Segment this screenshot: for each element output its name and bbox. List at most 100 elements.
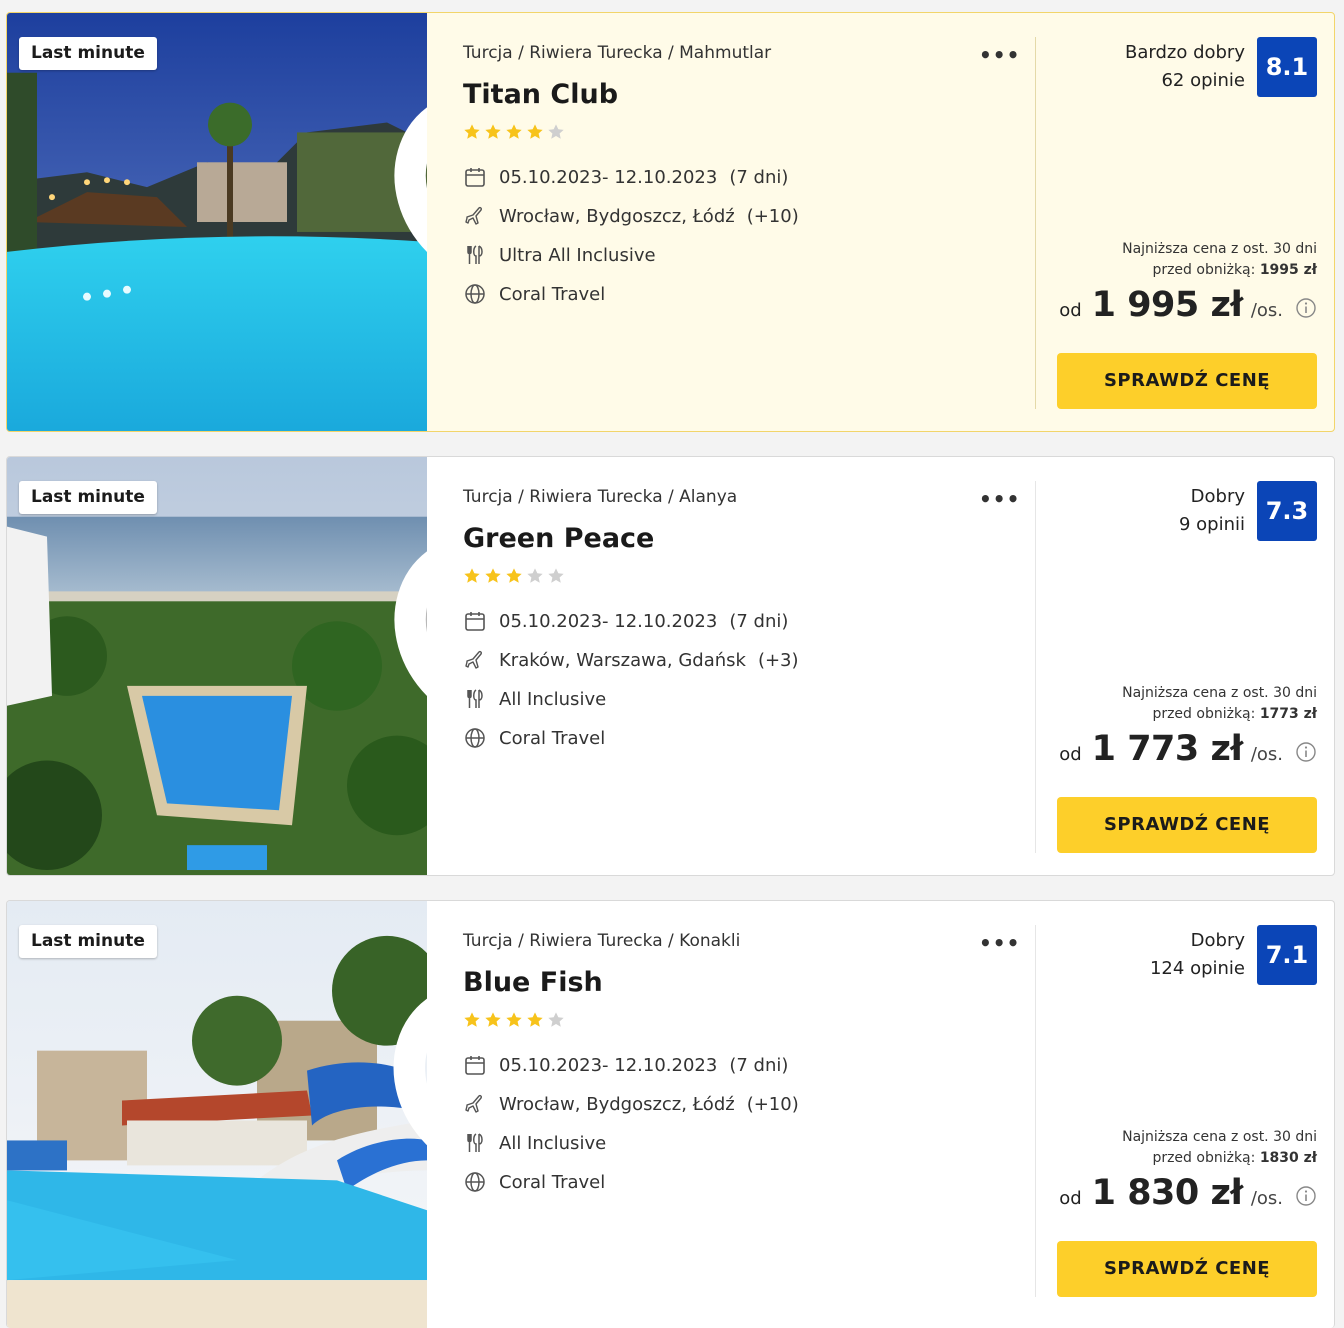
board-type: All Inclusive xyxy=(499,688,607,710)
hotel-name[interactable]: Titan Club xyxy=(463,79,618,110)
hotel-stars xyxy=(463,1011,565,1031)
departures-row: Wrocław, Bydgoszcz, Łódź (+10) xyxy=(463,1092,799,1116)
hotel-stars xyxy=(463,123,565,143)
dates: 05.10.2023- 12.10.2023 xyxy=(499,166,718,188)
price-prefix: od xyxy=(1059,1188,1082,1209)
board-type: All Inclusive xyxy=(499,1132,607,1154)
last-minute-badge: Last minute xyxy=(19,925,157,958)
heart-outline-icon[interactable] xyxy=(365,921,427,1328)
lowest-price-note: Najniższa cena z ost. 30 dni przed obniż… xyxy=(1122,239,1317,281)
info-icon[interactable] xyxy=(1295,741,1317,763)
departures-more[interactable]: (+3) xyxy=(758,650,799,671)
departure-cities: Wrocław, Bydgoszcz, Łódź xyxy=(499,1093,735,1115)
star-filled-icon xyxy=(527,1012,543,1027)
star-filled-icon xyxy=(464,568,480,583)
hotel-photo[interactable]: Last minute xyxy=(7,457,427,875)
offer-card[interactable]: Last minute Turcja / Riwiera Turecka / A… xyxy=(6,456,1335,876)
info-icon[interactable] xyxy=(1295,297,1317,319)
dates: 05.10.2023- 12.10.2023 xyxy=(499,1054,718,1076)
hotel-stars xyxy=(463,567,565,587)
globe-icon xyxy=(463,282,487,306)
offer-info: Turcja / Riwiera Turecka / Konakli ••• B… xyxy=(463,901,1023,1328)
price-value: 1 995 zł xyxy=(1091,285,1244,325)
lowest-price-note: Najniższa cena z ost. 30 dni przed obniż… xyxy=(1122,1127,1317,1169)
review-count: 124 opinie xyxy=(1149,958,1245,979)
last-minute-badge: Last minute xyxy=(19,37,157,70)
price-prefix: od xyxy=(1059,300,1082,321)
offer-info: Turcja / Riwiera Turecka / Mahmutlar •••… xyxy=(463,13,1023,431)
departure-cities: Wrocław, Bydgoszcz, Łódź xyxy=(499,205,735,227)
departures-more[interactable]: (+10) xyxy=(747,1094,799,1115)
rating-score[interactable]: 7.3 xyxy=(1257,481,1317,541)
lowest-price-label-2: przed obniżką: xyxy=(1152,706,1256,722)
more-options-icon[interactable]: ••• xyxy=(979,43,1020,67)
star-filled-icon xyxy=(485,1012,501,1027)
lowest-price-label-2: przed obniżką: xyxy=(1152,1150,1256,1166)
star-filled-icon xyxy=(485,568,501,583)
board-row: All Inclusive xyxy=(463,1131,606,1155)
offer-card[interactable]: Last minute Turcja / Riwiera Turecka / M… xyxy=(6,12,1335,432)
last-minute-badge: Last minute xyxy=(19,481,157,514)
star-empty-icon xyxy=(548,568,564,583)
more-options-icon[interactable]: ••• xyxy=(979,487,1020,511)
duration: (7 dni) xyxy=(729,610,789,632)
price-unit: /os. xyxy=(1250,744,1283,765)
price-value: 1 830 zł xyxy=(1091,1173,1244,1213)
check-price-button[interactable]: SPRAWDŹ CENĘ xyxy=(1057,353,1317,409)
price-value: 1 773 zł xyxy=(1091,729,1244,769)
info-icon[interactable] xyxy=(1295,1185,1317,1207)
operator-row: Coral Travel xyxy=(463,282,605,306)
divider xyxy=(1035,925,1036,1297)
more-options-icon[interactable]: ••• xyxy=(979,931,1020,955)
divider xyxy=(1035,481,1036,853)
hotel-name[interactable]: Blue Fish xyxy=(463,967,603,998)
hotel-name[interactable]: Green Peace xyxy=(463,523,654,554)
price-panel: Dobry 124 opinie 7.1 Najniższa cena z os… xyxy=(1047,901,1317,1328)
price-unit: /os. xyxy=(1250,300,1283,321)
rating-text[interactable]: Dobry 9 opinii xyxy=(1179,483,1245,539)
hotel-photo[interactable]: Last minute xyxy=(7,13,427,431)
globe-icon xyxy=(463,1170,487,1194)
departures-row: Wrocław, Bydgoszcz, Łódź (+10) xyxy=(463,204,799,228)
board-row: Ultra All Inclusive xyxy=(463,243,656,267)
calendar-icon xyxy=(463,1053,487,1077)
breadcrumb[interactable]: Turcja / Riwiera Turecka / Konakli xyxy=(463,931,740,951)
price-unit: /os. xyxy=(1250,1188,1283,1209)
tour-operator: Coral Travel xyxy=(499,283,606,305)
star-empty-icon xyxy=(527,568,543,583)
rating-text[interactable]: Bardzo dobry 62 opinie xyxy=(1125,39,1245,95)
hotel-photo[interactable]: Last minute xyxy=(7,901,427,1328)
hotel-photo-image xyxy=(7,13,427,431)
lowest-price-label: Najniższa cena z ost. 30 dni xyxy=(1122,685,1317,701)
calendar-icon xyxy=(463,609,487,633)
rating-score[interactable]: 7.1 xyxy=(1257,925,1317,985)
star-filled-icon xyxy=(527,124,543,139)
check-price-button[interactable]: SPRAWDŹ CENĘ xyxy=(1057,1241,1317,1297)
heart-outline-icon[interactable] xyxy=(365,33,427,431)
lowest-price-value: 1830 zł xyxy=(1259,1150,1317,1166)
price: od 1 830 zł /os. xyxy=(1059,1173,1317,1213)
heart-filled-icon[interactable] xyxy=(365,477,427,875)
calendar-icon xyxy=(463,165,487,189)
rating-text[interactable]: Dobry 124 opinie xyxy=(1150,927,1245,983)
breadcrumb[interactable]: Turcja / Riwiera Turecka / Alanya xyxy=(463,487,737,507)
departures-more[interactable]: (+10) xyxy=(747,206,799,227)
hotel-photo-image xyxy=(7,457,427,875)
check-price-button[interactable]: SPRAWDŹ CENĘ xyxy=(1057,797,1317,853)
star-filled-icon xyxy=(464,124,480,139)
operator-row: Coral Travel xyxy=(463,1170,605,1194)
star-empty-icon xyxy=(548,124,564,139)
star-filled-icon xyxy=(506,124,522,139)
offer-card[interactable]: Last minute Turcja / Riwiera Turecka / K… xyxy=(6,900,1335,1328)
breadcrumb[interactable]: Turcja / Riwiera Turecka / Mahmutlar xyxy=(463,43,771,63)
star-filled-icon xyxy=(485,124,501,139)
dates-row: 05.10.2023- 12.10.2023 (7 dni) xyxy=(463,1053,788,1077)
price: od 1 773 zł /os. xyxy=(1059,729,1317,769)
plane-icon xyxy=(463,1092,487,1116)
lowest-price-label: Najniższa cena z ost. 30 dni xyxy=(1122,1129,1317,1145)
rating-score[interactable]: 8.1 xyxy=(1257,37,1317,97)
star-filled-icon xyxy=(464,1012,480,1027)
hotel-photo-image xyxy=(7,901,427,1328)
tour-operator: Coral Travel xyxy=(499,727,606,749)
rating-label: Bardzo dobry xyxy=(1125,42,1245,63)
